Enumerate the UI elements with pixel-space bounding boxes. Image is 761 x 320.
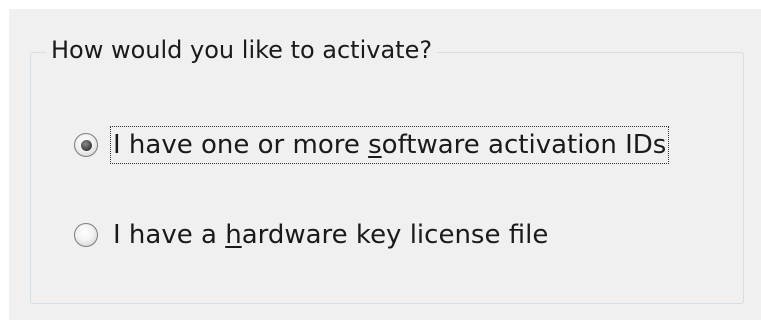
radio-label-hardware-key-license[interactable]: I have a hardware key license file: [112, 218, 549, 252]
activation-method-groupbox: [30, 52, 744, 304]
radio-dot-icon: [80, 139, 92, 151]
radio-button-selected-icon[interactable]: [74, 133, 98, 157]
radio-button-unselected-icon[interactable]: [74, 223, 98, 247]
radio-option-software-activation-ids[interactable]: I have one or more software activation I…: [74, 125, 670, 165]
groupbox-title: How would you like to activate?: [46, 33, 438, 67]
radio-label-software-activation-ids[interactable]: I have one or more software activation I…: [109, 126, 670, 164]
radio-option-hardware-key-license[interactable]: I have a hardware key license file: [74, 215, 549, 255]
